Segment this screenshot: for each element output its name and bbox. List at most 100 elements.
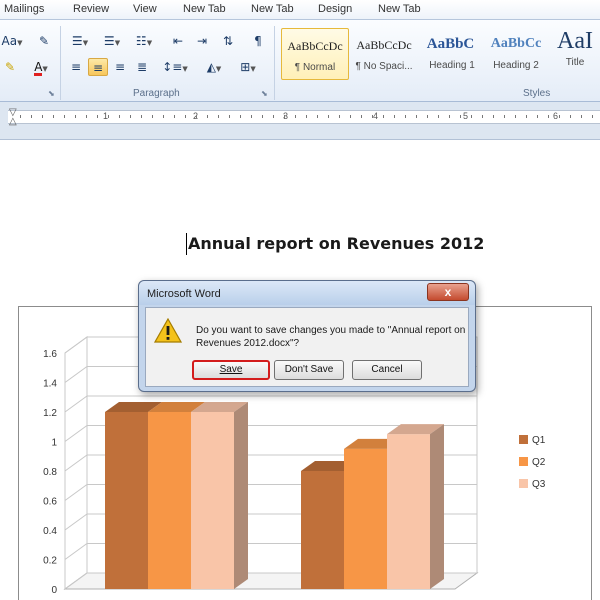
ruler-tick xyxy=(42,115,43,118)
ruler-tick xyxy=(284,115,285,118)
bar-q2-front xyxy=(148,412,191,589)
tab-new-tab-3[interactable]: New Tab xyxy=(378,3,421,15)
horizontal-ruler[interactable]: ▽ △ 1 2 3 4 5 6 xyxy=(0,102,600,140)
style-title[interactable]: AaI Title xyxy=(550,28,600,80)
dont-save-button[interactable]: Don't Save xyxy=(274,360,344,380)
increase-indent-button[interactable]: ⇥ xyxy=(192,32,212,50)
pilcrow-icon: ¶ xyxy=(254,34,262,48)
ruler-tick xyxy=(86,115,87,118)
y-tick-label: 1.4 xyxy=(43,379,57,390)
ruler-tick xyxy=(20,115,21,118)
dont-save-button-label: Don't Save xyxy=(284,364,334,375)
highlighter-icon: ✎ xyxy=(4,60,16,74)
ruler-tick xyxy=(64,115,65,118)
font-dialog-launcher-icon[interactable]: ⬊ xyxy=(48,89,55,98)
dialog-titlebar[interactable]: Microsoft Word x xyxy=(139,281,475,305)
ribbon-tab-bar: Mailings Review View New Tab New Tab Des… xyxy=(0,0,600,20)
numbering-button[interactable]: ☰▼ xyxy=(98,32,126,50)
y-tick-label: 1.6 xyxy=(43,349,57,360)
shading-button[interactable]: ◭▼ xyxy=(200,58,228,76)
tab-new-tab-2[interactable]: New Tab xyxy=(251,3,294,15)
warning-icon xyxy=(154,318,182,343)
close-icon: x xyxy=(444,285,452,299)
ruler-tick xyxy=(163,115,164,118)
ruler-tick xyxy=(581,115,582,118)
group-separator xyxy=(60,26,61,100)
ruler-tick xyxy=(405,115,406,118)
chevron-down-icon: ▼ xyxy=(215,65,222,73)
tab-review[interactable]: Review xyxy=(73,3,109,15)
ruler-tick xyxy=(152,115,153,118)
ruler-tick xyxy=(394,115,395,118)
chevron-down-icon: ▼ xyxy=(42,65,48,73)
y-tick-label: 0.4 xyxy=(43,526,57,537)
ruler-tick xyxy=(493,115,494,118)
style-no-spacing[interactable]: AaBbCcDc ¶ No Spaci... xyxy=(350,28,418,80)
paragraph-group-label: Paragraph xyxy=(133,88,180,99)
multilevel-list-button[interactable]: ☷▼ xyxy=(130,32,158,50)
tab-mailings[interactable]: Mailings xyxy=(4,3,44,15)
borders-button[interactable]: ⊞▼ xyxy=(234,58,262,76)
ruler-tick xyxy=(130,115,131,118)
ruler-tick xyxy=(570,115,571,118)
paragraph-dialog-launcher-icon[interactable]: ⬊ xyxy=(261,89,268,98)
bullets-button[interactable]: ☰▼ xyxy=(66,32,94,50)
sort-icon: ⇅ xyxy=(222,34,234,48)
numbered-list-icon: ☰ xyxy=(103,34,115,48)
ruler-tick xyxy=(416,115,417,118)
ruler-tick xyxy=(471,115,472,118)
style-preview: AaBbCcDc xyxy=(287,39,343,53)
style-normal[interactable]: AaBbCcDc ¶ Normal xyxy=(281,28,349,80)
ruler-tick xyxy=(108,115,109,118)
bar-q3-side xyxy=(234,402,248,589)
style-heading-2[interactable]: AaBbCc Heading 2 xyxy=(482,28,550,80)
dialog-body: Do you want to save changes you made to … xyxy=(145,307,469,387)
style-label: Title xyxy=(565,57,585,68)
bar-q1-front xyxy=(105,412,148,589)
tab-design[interactable]: Design xyxy=(318,3,352,15)
style-heading-1[interactable]: AaBbC Heading 1 xyxy=(418,28,486,80)
ruler-tick xyxy=(526,115,527,118)
ruler-tick xyxy=(273,115,274,118)
align-left-icon: ≡ xyxy=(70,60,82,74)
ruler-tick xyxy=(251,115,252,118)
close-button[interactable]: x xyxy=(427,283,469,301)
dialog-message: Do you want to save changes you made to … xyxy=(196,325,466,349)
bar-q3-side xyxy=(430,424,444,589)
cancel-button[interactable]: Cancel xyxy=(352,360,422,380)
decrease-indent-icon: ⇤ xyxy=(172,34,184,48)
legend-label-q1: Q1 xyxy=(532,435,546,446)
tab-view[interactable]: View xyxy=(133,3,157,15)
bar-q1-front xyxy=(301,471,344,589)
sort-button[interactable]: ⇅ xyxy=(218,32,238,50)
bullet-list-icon: ☰ xyxy=(71,34,83,48)
line-spacing-button[interactable]: ↕≡▼ xyxy=(160,58,190,76)
decrease-indent-button[interactable]: ⇤ xyxy=(168,32,188,50)
show-formatting-button[interactable]: ¶ xyxy=(248,32,268,50)
eraser-icon: ✎ xyxy=(38,34,50,48)
align-center-button[interactable]: ≡ xyxy=(88,58,108,76)
change-case-button[interactable]: Aa▼ xyxy=(0,32,24,50)
text-highlight-button[interactable]: ✎ xyxy=(0,58,20,76)
align-left-button[interactable]: ≡ xyxy=(66,58,86,76)
ruler-tick xyxy=(306,115,307,118)
tab-new-tab-1[interactable]: New Tab xyxy=(183,3,226,15)
styles-group-label: Styles xyxy=(523,88,551,99)
style-label: Heading 1 xyxy=(429,60,475,71)
align-right-button[interactable]: ≡ xyxy=(110,58,130,76)
ruler-tick xyxy=(119,115,120,118)
ruler-tick xyxy=(185,115,186,118)
save-button[interactable]: Save xyxy=(192,360,270,380)
y-tick-label: 0.6 xyxy=(43,497,57,508)
ruler-tick xyxy=(339,115,340,118)
paint-bucket-icon: ◭ xyxy=(206,60,216,74)
ruler-tick xyxy=(240,115,241,118)
justify-button[interactable]: ≣ xyxy=(132,58,152,76)
ruler-tick xyxy=(75,115,76,118)
y-tick-label: 0 xyxy=(51,585,57,596)
indent-marker-icon[interactable]: △ xyxy=(9,117,17,127)
ruler-tick xyxy=(218,115,219,118)
font-color-button[interactable]: A▼ xyxy=(28,58,54,76)
document-title[interactable]: Annual report on Revenues 2012 xyxy=(188,234,484,253)
clear-formatting-button[interactable]: ✎ xyxy=(34,32,54,50)
